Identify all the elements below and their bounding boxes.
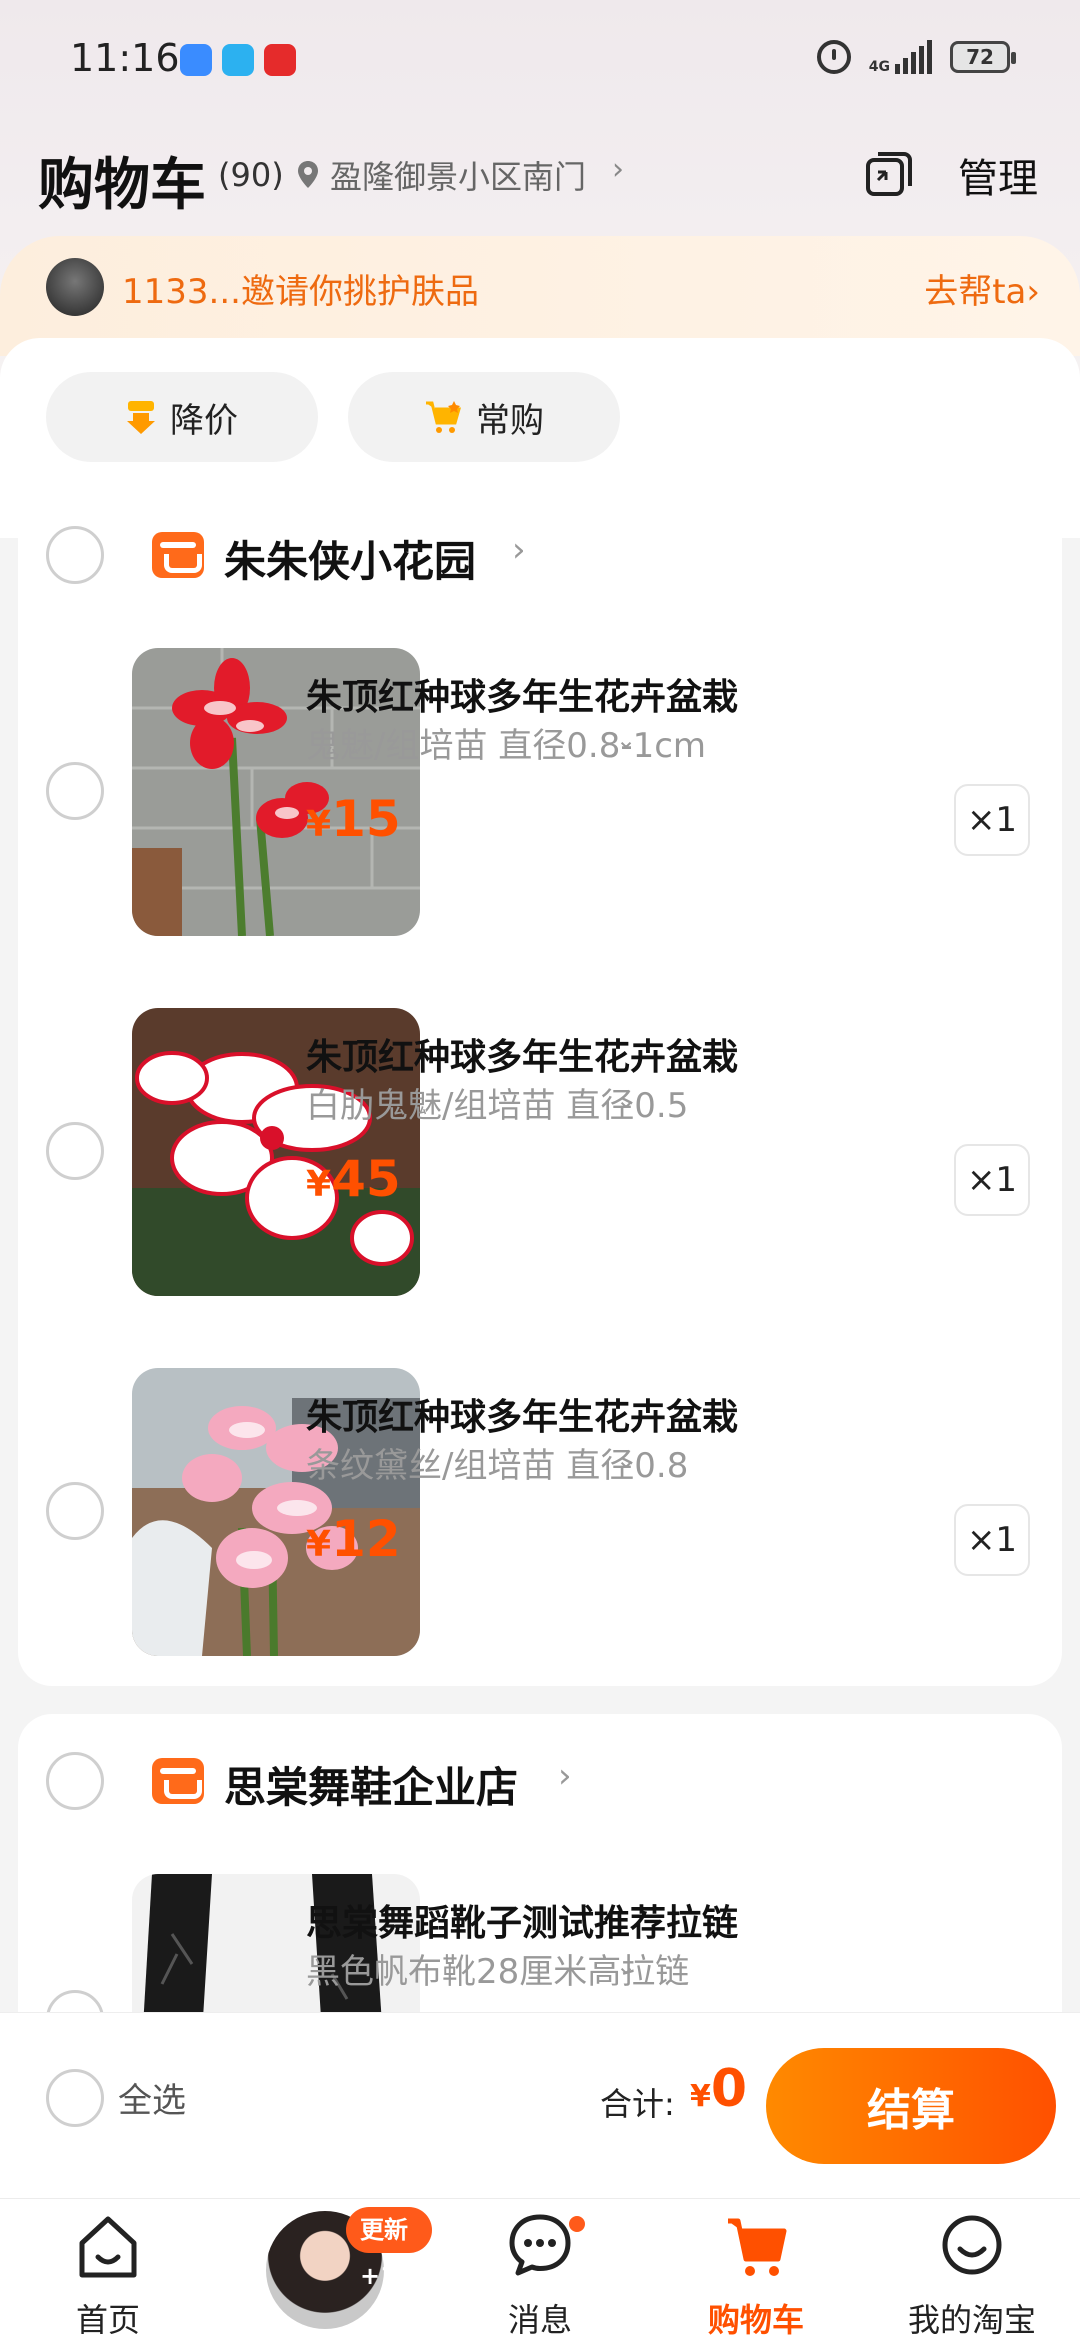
total-amount: ¥0 xyxy=(690,2059,748,2119)
price-drop-filter[interactable]: 降价 xyxy=(46,372,318,462)
tab-feed[interactable]: 更新+1 xyxy=(216,2199,432,2340)
tab-messages[interactable]: 消息 xyxy=(432,2199,648,2340)
tab-home[interactable]: 首页 xyxy=(0,2199,216,2340)
cart-header: 购物车 (90) 盈隆御景小区南门 › 管理 xyxy=(0,130,1080,230)
bottom-tab-bar: 首页 更新+1 消息 购物车 我的淘宝 xyxy=(0,2198,1080,2340)
select-all-checkbox[interactable] xyxy=(46,2069,104,2127)
store-icon xyxy=(152,1758,204,1804)
chevron-down-icon: ⌄ xyxy=(616,1446,637,1474)
frequent-purchase-filter[interactable]: 常购 xyxy=(348,372,620,462)
profile-face-icon xyxy=(942,2215,1002,2275)
share-cart-icon[interactable] xyxy=(864,150,914,200)
product-title[interactable]: 朱顶红种球多年生花卉盆栽 xyxy=(306,668,738,720)
item-select-checkbox[interactable] xyxy=(46,1122,104,1180)
chevron-down-icon: ⌄ xyxy=(616,1952,637,1980)
tab-label: 购物车 xyxy=(707,2301,804,2339)
delivery-address[interactable]: 盈隆御景小区南门 xyxy=(330,152,586,198)
shop-card: 朱朱侠小花园 › 朱顶红种球多年生花卉盆栽 鬼魅/组培苗 直径0.8-1cm ⌄… xyxy=(18,490,1062,1686)
tab-my-taobao[interactable]: 我的淘宝 xyxy=(864,2199,1080,2340)
checkout-button[interactable]: 结算 xyxy=(766,2048,1056,2164)
product-title[interactable]: 思棠舞蹈靴子测试推荐拉链 xyxy=(306,1894,738,1946)
tab-label: 消息 xyxy=(507,2301,572,2339)
product-price: ¥12 xyxy=(306,1510,401,1568)
battery-icon: 72 xyxy=(950,41,1016,73)
chevron-right-icon: › xyxy=(512,530,526,570)
product-price: ¥45 xyxy=(306,1150,401,1208)
home-icon xyxy=(79,2216,137,2278)
notification-chat-icon xyxy=(222,44,254,76)
notification-health-icon xyxy=(264,44,296,76)
tab-label: 首页 xyxy=(75,2301,140,2339)
help-link[interactable]: 去帮ta› xyxy=(924,264,1040,313)
price-drop-icon xyxy=(127,401,155,434)
update-badge: 更新+1 xyxy=(346,2207,432,2290)
alarm-icon xyxy=(816,40,851,74)
cart-count: (90) xyxy=(218,156,284,194)
message-icon xyxy=(509,2214,571,2276)
manage-button[interactable]: 管理 xyxy=(958,146,1038,204)
item-select-checkbox[interactable] xyxy=(46,762,104,820)
select-all-label[interactable]: 全选 xyxy=(118,2073,186,2122)
product-title[interactable]: 朱顶红种球多年生花卉盆栽 xyxy=(306,1028,738,1080)
chevron-right-icon: › xyxy=(612,152,624,187)
item-select-checkbox[interactable] xyxy=(46,1482,104,1540)
tab-cart[interactable]: 购物车 xyxy=(648,2199,864,2340)
notification-app-icon xyxy=(180,44,212,76)
quantity-selector[interactable]: ×1 xyxy=(954,784,1030,856)
avatar xyxy=(46,258,104,316)
store-icon xyxy=(152,532,204,578)
frequent-cart-icon xyxy=(426,401,461,433)
tab-label: 我的淘宝 xyxy=(907,2301,1036,2339)
status-time: 11:16 xyxy=(70,36,180,80)
shop-name[interactable]: 朱朱侠小花园 xyxy=(224,528,476,589)
product-price: ¥15 xyxy=(306,790,401,848)
unread-dot xyxy=(566,2213,588,2235)
cart-icon xyxy=(728,2218,787,2276)
checkout-bar: 全选 合计: ¥0 结算 xyxy=(0,2012,1080,2198)
quantity-selector[interactable]: ×1 xyxy=(954,1144,1030,1216)
total-label: 合计: xyxy=(600,2085,675,2123)
cellular-signal-icon: 4G xyxy=(869,40,932,74)
shop-select-checkbox[interactable] xyxy=(46,1752,104,1810)
shop-name[interactable]: 思棠舞鞋企业店 xyxy=(224,1754,518,1815)
page-title: 购物车 xyxy=(38,153,206,218)
chevron-right-icon: › xyxy=(558,1756,572,1796)
location-pin-icon[interactable] xyxy=(296,160,320,190)
chevron-down-icon: ⌄ xyxy=(616,1086,637,1114)
product-title[interactable]: 朱顶红种球多年生花卉盆栽 xyxy=(306,1388,738,1440)
invite-text: 1133...邀请你挑护肤品 xyxy=(122,272,479,312)
status-bar: 11:16 4G 72 xyxy=(0,0,1080,120)
quantity-selector[interactable]: ×1 xyxy=(954,1504,1030,1576)
product-spec[interactable]: 鬼魅/组培苗 直径0.8-1cm xyxy=(306,718,706,767)
shop-select-checkbox[interactable] xyxy=(46,526,104,584)
chevron-down-icon: ⌄ xyxy=(616,726,637,754)
